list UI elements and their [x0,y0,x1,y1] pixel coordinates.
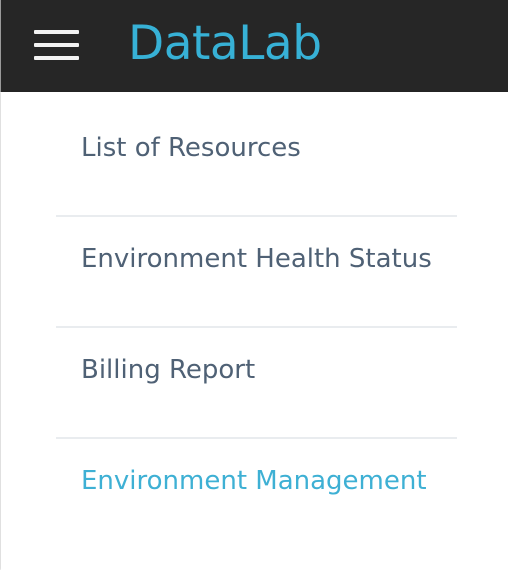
menu-item-label: Environment Health Status [81,244,432,274]
menu-item-list-of-resources[interactable]: List of Resources [56,106,457,217]
hamburger-bar [34,56,79,60]
hamburger-bar [34,43,79,47]
menu-item-environment-management[interactable]: Environment Management [56,439,457,550]
menu-item-billing-report[interactable]: Billing Report [56,328,457,439]
menu-item-environment-health-status[interactable]: Environment Health Status [56,217,457,328]
menu-list: List of Resources Environment Health Sta… [56,106,457,550]
menu-item-label: List of Resources [81,133,301,163]
menu-item-label: Billing Report [81,355,256,385]
hamburger-menu-icon[interactable] [34,30,80,60]
top-bar: DataLab [0,0,508,92]
menu-item-label: Environment Management [81,466,427,496]
navigation-menu: List of Resources Environment Health Sta… [1,92,508,570]
brand-logo[interactable]: DataLab [128,14,322,74]
hamburger-bar [34,30,79,34]
